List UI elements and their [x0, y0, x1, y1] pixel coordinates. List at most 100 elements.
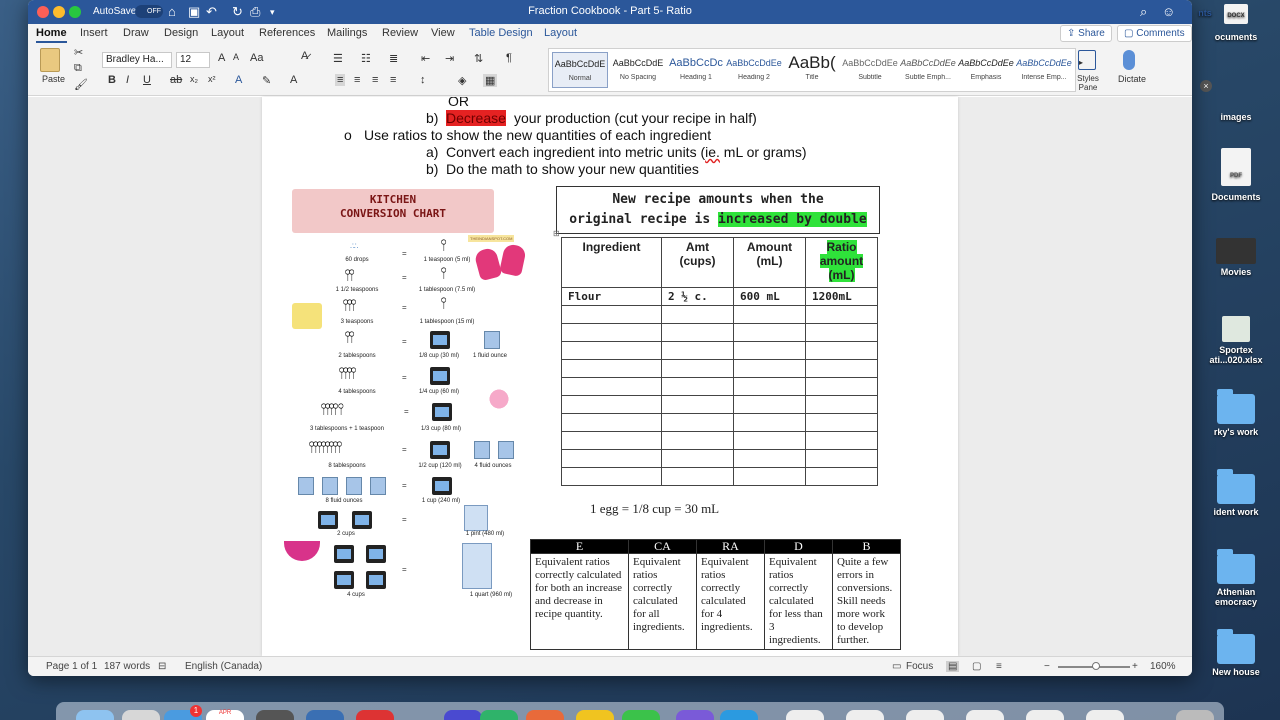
desktop-folder-student-work[interactable]: ident work — [1192, 469, 1280, 517]
table-cell[interactable] — [661, 431, 734, 450]
style-heading-1[interactable]: AaBbCcDc Heading 1 — [668, 52, 724, 88]
comments-button[interactable]: ▢ Comments — [1117, 25, 1192, 42]
recipe-title-box[interactable]: New recipe amounts when the original rec… — [556, 186, 880, 234]
app-dock-icon[interactable] — [356, 710, 394, 720]
tab-references[interactable]: References — [259, 27, 315, 39]
rubric-cell-ca[interactable]: Equivalent ratios correctly calculated f… — [628, 553, 697, 650]
tab-layout[interactable]: Layout — [211, 27, 244, 39]
app-dock-icon[interactable] — [444, 710, 482, 720]
table-cell[interactable] — [661, 395, 734, 414]
highlight-icon[interactable]: ✎ — [262, 74, 271, 87]
app-dock-icon[interactable] — [576, 710, 614, 720]
font-size-dropdown[interactable]: 12 — [176, 52, 210, 68]
table-cell[interactable] — [661, 449, 734, 468]
tab-table-layout[interactable]: Layout — [544, 27, 577, 39]
app-dock-icon[interactable] — [676, 710, 714, 720]
style-title[interactable]: AaBb(Title — [784, 52, 840, 88]
document-dock-icon[interactable] — [1026, 710, 1064, 720]
finder-dock-icon[interactable] — [76, 710, 114, 720]
text-effects-icon[interactable]: A — [235, 74, 242, 86]
header-amount-ml[interactable]: Amount (mL) — [733, 237, 806, 288]
styles-pane-icon[interactable] — [1078, 50, 1096, 70]
outline-view-icon[interactable]: ≡ — [996, 661, 1002, 672]
table-cell[interactable] — [561, 305, 662, 324]
table-cell[interactable] — [805, 377, 878, 396]
tab-table-design[interactable]: Table Design — [469, 27, 533, 39]
table-cell[interactable] — [661, 413, 734, 432]
table-cell[interactable] — [733, 413, 806, 432]
table-cell[interactable] — [733, 467, 806, 486]
table-cell[interactable] — [561, 431, 662, 450]
table-cell[interactable] — [805, 467, 878, 486]
styles-pane-label[interactable]: Styles Pane — [1076, 74, 1100, 92]
bullets-icon[interactable]: ☰ — [333, 52, 343, 65]
rubric-header-ca[interactable]: CA — [628, 539, 697, 554]
tab-review[interactable]: Review — [382, 27, 418, 39]
table-cell[interactable] — [561, 395, 662, 414]
cell-cups[interactable]: 2 ½ c. — [661, 287, 734, 306]
close-notification-icon[interactable]: × — [1200, 80, 1212, 92]
dictate-label[interactable]: Dictate — [1118, 74, 1146, 84]
share-button[interactable]: ⇪ Share — [1060, 25, 1112, 42]
align-center-icon[interactable]: ≡ — [354, 74, 360, 86]
clipboard-icon[interactable] — [40, 48, 60, 72]
header-ingredient[interactable]: Ingredient — [561, 237, 662, 288]
cell-ml[interactable]: 600 mL — [733, 287, 806, 306]
subscript-icon[interactable]: x₂ — [190, 74, 198, 84]
underline-icon[interactable]: U — [143, 74, 151, 86]
style-heading-2[interactable]: AaBbCcDdEe Heading 2 — [726, 52, 782, 88]
numbers-dock-icon[interactable] — [480, 710, 518, 720]
web-layout-icon[interactable]: ▢ — [972, 661, 981, 672]
word-count[interactable]: 187 words — [104, 661, 150, 672]
paste-label[interactable]: Paste — [42, 74, 65, 84]
table-cell[interactable] — [733, 305, 806, 324]
document-dock-icon[interactable] — [1086, 710, 1124, 720]
table-cell[interactable] — [561, 413, 662, 432]
decrease-indent-icon[interactable]: ⇤ — [421, 52, 430, 65]
format-painter-icon[interactable]: 🖌 — [74, 78, 88, 91]
zoom-in-icon[interactable]: + — [1132, 661, 1138, 672]
cell-ingredient[interactable]: Flour — [561, 287, 662, 306]
clear-formatting-icon[interactable]: A̷ — [301, 50, 308, 62]
desktop-file-sportex[interactable]: Sportex ati...020.xlsx — [1192, 316, 1280, 365]
table-cell[interactable] — [661, 359, 734, 378]
tab-insert[interactable]: Insert — [80, 27, 108, 39]
table-cell[interactable] — [733, 449, 806, 468]
safari-dock-icon[interactable] — [122, 710, 160, 720]
rubric-cell-ra[interactable]: Equivalent ratios correctly calculated f… — [696, 553, 765, 650]
table-cell[interactable] — [561, 341, 662, 360]
justify-icon[interactable]: ≡ — [390, 74, 396, 86]
table-cell[interactable] — [733, 323, 806, 342]
table-cell[interactable] — [661, 341, 734, 360]
show-formatting-icon[interactable]: ¶ — [506, 52, 512, 64]
style-no-spacing[interactable]: AaBbCcDdE No Spacing — [610, 52, 666, 88]
table-cell[interactable] — [561, 449, 662, 468]
tab-draw[interactable]: Draw — [123, 27, 149, 39]
tab-home[interactable]: Home — [36, 27, 67, 43]
page-count[interactable]: Page 1 of 1 — [46, 661, 97, 672]
table-cell[interactable] — [805, 449, 878, 468]
table-cell[interactable] — [805, 305, 878, 324]
zoom-out-icon[interactable]: − — [1044, 661, 1050, 672]
rubric-header-ra[interactable]: RA — [696, 539, 765, 554]
table-cell[interactable] — [805, 413, 878, 432]
table-cell[interactable] — [661, 377, 734, 396]
document-dock-icon[interactable] — [786, 710, 824, 720]
rubric-cell-b[interactable]: Quite a few errors in conversions. Skill… — [832, 553, 901, 650]
style-intense-emphasis[interactable]: AaBbCcDdEe Intense Emp... — [1016, 52, 1072, 88]
table-cell[interactable] — [561, 377, 662, 396]
focus-icon[interactable]: ▭ — [892, 661, 901, 672]
zoom-level[interactable]: 160% — [1150, 661, 1176, 672]
desktop-file-movies[interactable]: Movies — [1192, 238, 1280, 277]
table-move-handle-icon[interactable]: ⊞ — [553, 229, 560, 238]
focus-button[interactable]: Focus — [906, 661, 933, 672]
shading-icon[interactable]: ◈ — [458, 74, 466, 87]
language[interactable]: English (Canada) — [185, 661, 262, 672]
strikethrough-icon[interactable]: ab — [170, 74, 182, 86]
print-layout-icon[interactable]: ▤ — [946, 661, 960, 672]
document-dock-icon[interactable] — [846, 710, 884, 720]
borders-icon[interactable]: ▦ — [483, 74, 498, 87]
copy-icon[interactable]: ⧉ — [74, 62, 82, 75]
tab-mailings[interactable]: Mailings — [327, 27, 367, 39]
rubric-header-b[interactable]: B — [832, 539, 901, 554]
